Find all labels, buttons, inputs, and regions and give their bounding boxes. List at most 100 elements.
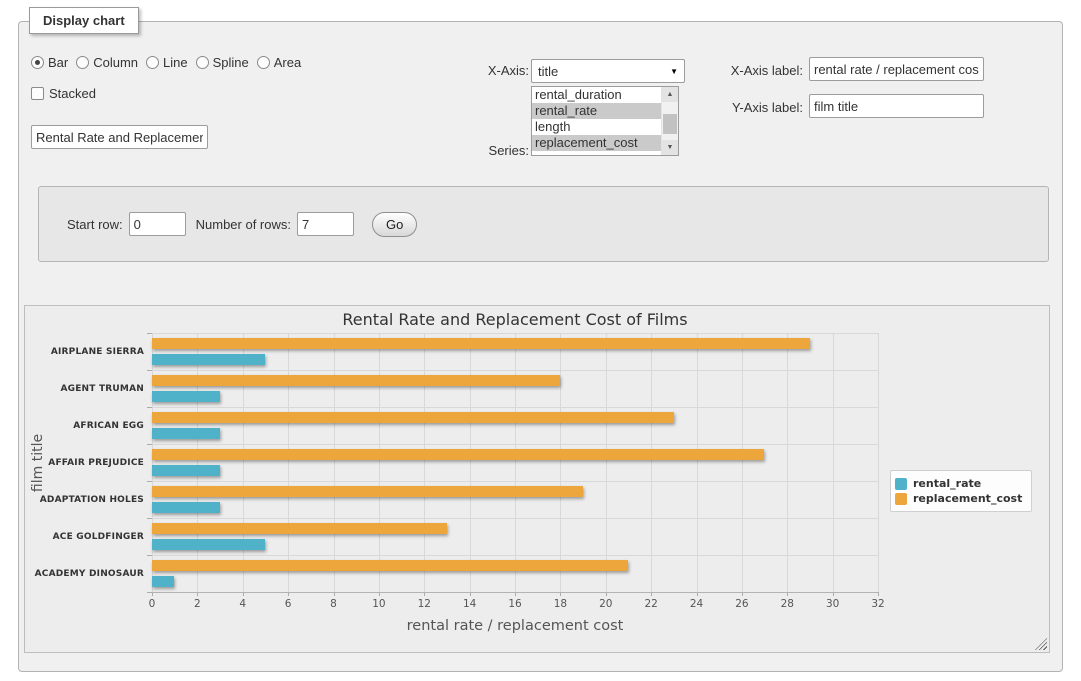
radio-spline[interactable]: Spline (196, 55, 249, 70)
panel-title: Display chart (29, 7, 139, 34)
radio-circle-icon[interactable] (31, 56, 44, 69)
radio-circle-icon[interactable] (257, 56, 270, 69)
x-tick-label: 24 (680, 598, 714, 610)
x-tick-label: 4 (226, 598, 260, 610)
x-tick-label: 30 (816, 598, 850, 610)
bar-group (152, 333, 878, 370)
category-label: AFFAIR PREJUDICE (31, 444, 144, 481)
start-row-label: Start row: (67, 217, 123, 232)
x-axis-title: rental rate / replacement cost (152, 618, 878, 634)
category-label: ACADEMY DINOSAUR (31, 555, 144, 592)
go-button[interactable]: Go (372, 212, 417, 237)
bar-rental_rate[interactable] (152, 391, 220, 402)
radio-circle-icon[interactable] (146, 56, 159, 69)
bar-replacement_cost[interactable] (152, 560, 628, 571)
legend-label: rental_rate (913, 477, 981, 490)
scrollbar-thumb[interactable] (663, 114, 677, 134)
bar-replacement_cost[interactable] (152, 375, 560, 386)
y-axis-title: film title (30, 413, 46, 513)
radio-circle-icon[interactable] (196, 56, 209, 69)
bar-rental_rate[interactable] (152, 428, 220, 439)
bar-replacement_cost[interactable] (152, 449, 764, 460)
radio-label: Column (93, 55, 138, 70)
category-label: AGENT TRUMAN (31, 370, 144, 407)
x-tick-label: 10 (362, 598, 396, 610)
bar-group (152, 555, 878, 592)
category-label: ACE GOLDFINGER (31, 518, 144, 555)
radio-circle-icon[interactable] (76, 56, 89, 69)
radio-column[interactable]: Column (76, 55, 138, 70)
stacked-label: Stacked (49, 86, 96, 101)
chart-legend: rental_rate replacement_cost (890, 470, 1032, 512)
bar-group (152, 518, 878, 555)
y-axis-label-caption: Y-Axis label: (719, 100, 803, 115)
series-option[interactable]: rental_rate (532, 103, 661, 119)
x-axis-select-label: X-Axis: (439, 63, 529, 78)
chart-title-input[interactable] (31, 125, 208, 149)
series-listbox-label: Series: (439, 143, 529, 158)
series-option[interactable]: rental_duration (532, 87, 661, 103)
num-rows-label: Number of rows: (196, 217, 291, 232)
resize-handle-icon[interactable] (1035, 638, 1047, 650)
legend-swatch-icon (895, 493, 907, 505)
y-axis-label-input[interactable] (809, 94, 984, 118)
bar-group (152, 370, 878, 407)
x-tick-label: 6 (271, 598, 305, 610)
x-axis-line (152, 592, 878, 593)
legend-item-replacement_cost[interactable]: replacement_cost (895, 492, 1022, 505)
category-label: AIRPLANE SIERRA (31, 333, 144, 370)
radio-label: Area (274, 55, 301, 70)
bar-replacement_cost[interactable] (152, 412, 674, 423)
gridline (878, 333, 879, 592)
x-tick-label: 22 (634, 598, 668, 610)
radio-label: Bar (48, 55, 68, 70)
bar-rental_rate[interactable] (152, 576, 174, 587)
x-tick-label: 12 (407, 598, 441, 610)
bar-group (152, 481, 878, 518)
x-axis-select-value: title (538, 64, 670, 79)
num-rows-input[interactable] (297, 212, 354, 236)
series-listbox[interactable]: rental_durationrental_ratelengthreplacem… (531, 86, 679, 156)
series-listbox-options: rental_durationrental_ratelengthreplacem… (532, 87, 661, 155)
x-tick-label: 18 (543, 598, 577, 610)
bar-group (152, 444, 878, 481)
bar-rental_rate[interactable] (152, 539, 265, 550)
radio-label: Spline (213, 55, 249, 70)
scroll-down-icon[interactable]: ▼ (662, 140, 678, 155)
bar-rental_rate[interactable] (152, 502, 220, 513)
bar-replacement_cost[interactable] (152, 523, 447, 534)
bar-rental_rate[interactable] (152, 354, 265, 365)
start-row-input[interactable] (129, 212, 186, 236)
radio-line[interactable]: Line (146, 55, 188, 70)
x-tick-label: 2 (180, 598, 214, 610)
legend-label: replacement_cost (913, 492, 1022, 505)
bar-replacement_cost[interactable] (152, 486, 583, 497)
x-axis-select[interactable]: title ▼ (531, 59, 685, 83)
radio-area[interactable]: Area (257, 55, 301, 70)
series-option[interactable]: length (532, 119, 661, 135)
x-tick-label: 28 (770, 598, 804, 610)
legend-swatch-icon (895, 478, 907, 490)
bar-replacement_cost[interactable] (152, 338, 810, 349)
rows-panel: Start row: Number of rows: Go (38, 186, 1049, 262)
chart-title: Rental Rate and Replacement Cost of Film… (152, 310, 878, 329)
stacked-checkbox[interactable] (31, 87, 44, 100)
category-label: ADAPTATION HOLES (31, 481, 144, 518)
x-tick-label: 32 (861, 598, 895, 610)
chevron-down-icon: ▼ (670, 67, 678, 76)
series-option[interactable]: replacement_cost (532, 135, 661, 151)
x-tick-label: 20 (589, 598, 623, 610)
x-tick-label: 16 (498, 598, 532, 610)
bar-rental_rate[interactable] (152, 465, 220, 476)
radio-bar[interactable]: Bar (31, 55, 68, 70)
x-tick-label: 8 (317, 598, 351, 610)
x-tick-label: 14 (453, 598, 487, 610)
x-tick-label: 0 (135, 598, 169, 610)
legend-item-rental_rate[interactable]: rental_rate (895, 477, 1022, 490)
category-label: AFRICAN EGG (31, 407, 144, 444)
chart-type-options: Bar Column Line Spline Area (31, 55, 309, 70)
scroll-up-icon[interactable]: ▲ (662, 87, 678, 102)
stacked-checkbox-row[interactable]: Stacked (31, 86, 96, 101)
x-axis-label-input[interactable] (809, 57, 984, 81)
listbox-scrollbar[interactable]: ▲ ▼ (661, 87, 678, 155)
